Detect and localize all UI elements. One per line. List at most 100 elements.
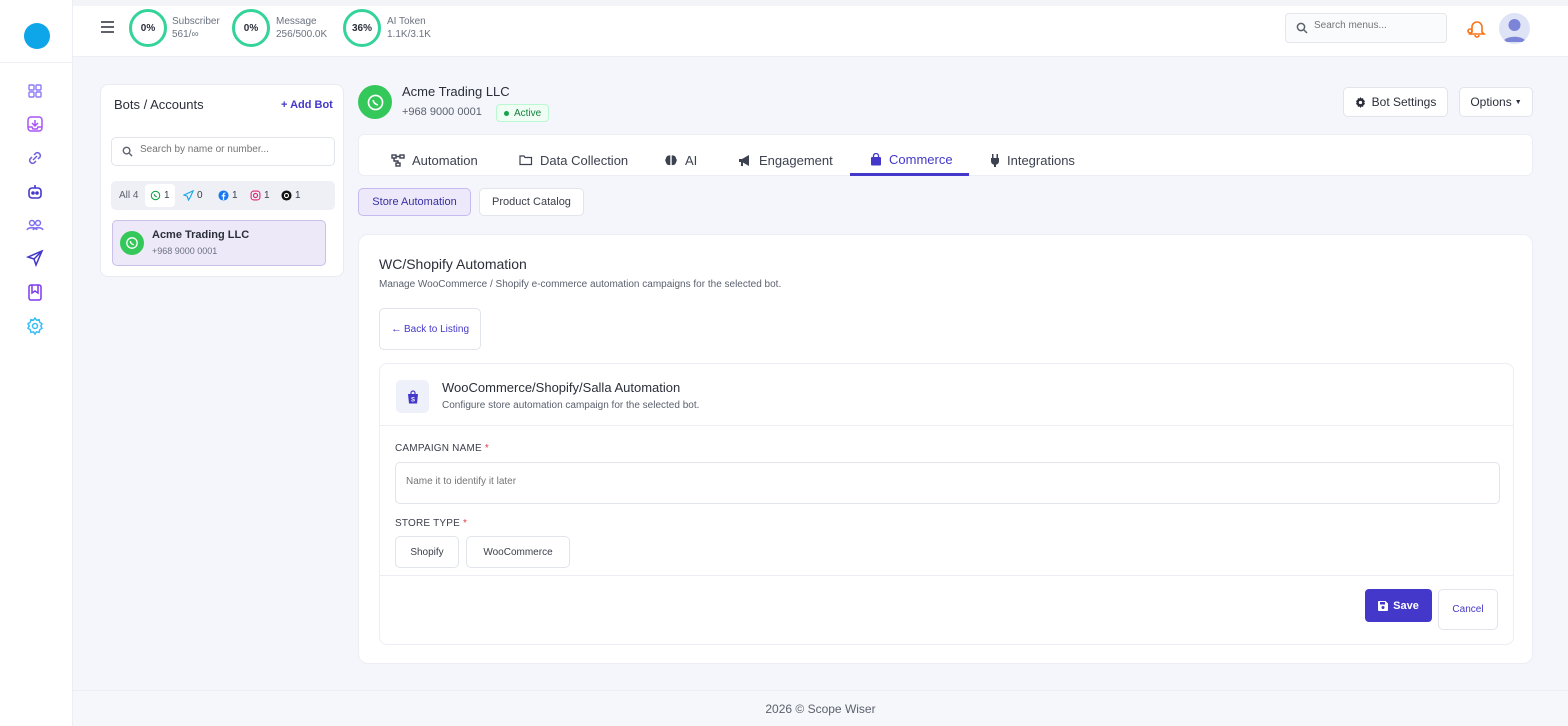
filter-telegram[interactable]: 0 — [179, 184, 207, 207]
tab-integrations[interactable]: Integrations — [990, 145, 1075, 175]
bot-settings-button[interactable]: Bot Settings — [1343, 87, 1448, 117]
arrow-left-icon: ← — [390, 323, 402, 335]
bot-number: +968 9000 0001 — [152, 246, 218, 256]
tab-engagement[interactable]: Engagement — [738, 145, 833, 175]
cancel-button[interactable]: Cancel — [1438, 589, 1498, 630]
filter-all[interactable]: All 4 — [115, 184, 142, 207]
campaign-name-input[interactable] — [406, 476, 1486, 487]
divider — [380, 425, 1513, 426]
message-stat: Message 256/500.0K — [276, 15, 327, 41]
options-label: Options — [1470, 95, 1512, 109]
tab-label: Automation — [412, 152, 478, 168]
rail-divider — [0, 62, 73, 63]
subtab-product-catalog[interactable]: Product Catalog — [479, 188, 584, 216]
ai-token-stat: AI Token 1.1K/3.1K — [387, 15, 431, 41]
stat-value: 1.1K/3.1K — [387, 29, 431, 40]
tab-label: Engagement — [759, 152, 833, 168]
whatsapp-icon — [120, 231, 144, 255]
facebook-icon — [218, 190, 229, 201]
avatar[interactable] — [1499, 13, 1530, 44]
tab-data-collection[interactable]: Data Collection — [519, 145, 628, 175]
app-logo[interactable] — [24, 23, 50, 49]
bot-name: Acme Trading LLC — [152, 229, 250, 241]
dashboard-icon[interactable] — [24, 80, 46, 102]
inbox-icon[interactable] — [24, 113, 46, 135]
back-to-listing-button[interactable]: ← Back to Listing — [379, 308, 481, 350]
stat-label: Subscriber — [172, 16, 220, 27]
filter-facebook[interactable]: 1 — [214, 184, 242, 207]
send-icon[interactable] — [24, 247, 46, 269]
bot-search[interactable] — [111, 137, 335, 166]
sidebar-rail — [0, 0, 73, 726]
ai-token-progress-ring: 36% — [343, 9, 381, 47]
instagram-icon — [250, 190, 261, 201]
back-label: Back to Listing — [403, 323, 470, 335]
status-badge: Active — [496, 104, 550, 122]
subscriber-progress-ring: 0% — [129, 9, 167, 47]
bot-icon[interactable] — [24, 181, 46, 203]
filter-instagram[interactable]: 1 — [246, 184, 274, 207]
menu-search[interactable] — [1285, 13, 1447, 43]
bot-search-input[interactable] — [140, 144, 330, 155]
form-subtitle: Configure store automation campaign for … — [442, 400, 700, 411]
footer: 2026 © Scope Wiser — [73, 690, 1568, 726]
stat-value: 561/∞ — [172, 29, 199, 40]
workflow-icon — [391, 153, 405, 167]
tab-commerce[interactable]: Commerce — [850, 145, 969, 176]
filter-count: 1 — [295, 190, 301, 201]
section-title: WC/Shopify Automation — [379, 256, 527, 272]
bots-panel-title: Bots / Accounts — [114, 97, 204, 112]
bot-settings-label: Bot Settings — [1371, 95, 1437, 109]
brain-icon — [665, 154, 677, 165]
campaign-form-card: S WooCommerce/Shopify/Salla Automation C… — [379, 363, 1514, 645]
footer-text: 2026 © Scope Wiser — [765, 701, 876, 716]
floppy-icon — [1378, 600, 1389, 611]
tab-automation[interactable]: Automation — [391, 145, 478, 175]
users-icon[interactable] — [24, 214, 46, 236]
filter-count: 1 — [164, 190, 170, 201]
form-title: WooCommerce/Shopify/Salla Automation — [442, 380, 681, 395]
bell-icon[interactable] — [1467, 18, 1487, 38]
menu-icon[interactable] — [100, 20, 115, 34]
search-icon — [1296, 22, 1308, 34]
menu-search-input[interactable] — [1314, 20, 1439, 31]
shopping-bag-icon — [871, 152, 881, 165]
top-header: 0% Subscriber 561/∞ 0% Message 256/500.0… — [73, 0, 1568, 57]
svg-text:S: S — [410, 397, 414, 403]
save-label: Save — [1393, 599, 1419, 612]
stat-label: Message — [276, 16, 317, 27]
campaign-name-field[interactable] — [395, 462, 1500, 504]
link-icon[interactable] — [24, 147, 46, 169]
required-mark: * — [484, 443, 489, 454]
folder-icon — [519, 155, 533, 166]
save-button[interactable]: Save — [1365, 589, 1432, 622]
filter-whatsapp[interactable]: 1 — [145, 184, 175, 207]
subtab-store-automation[interactable]: Store Automation — [358, 188, 471, 216]
bot-list-item[interactable]: Acme Trading LLC +968 9000 0001 — [112, 220, 326, 266]
shopify-icon: S — [396, 380, 429, 413]
filter-threads[interactable]: 1 — [277, 184, 305, 207]
options-dropdown[interactable]: Options ▼ — [1459, 87, 1533, 117]
telegram-icon — [183, 190, 194, 201]
store-option-shopify[interactable]: Shopify — [395, 536, 459, 568]
tab-ai[interactable]: AI — [664, 145, 697, 175]
filter-count: 0 — [197, 190, 203, 201]
header-top-strip — [73, 0, 1568, 6]
gear-icon — [1355, 96, 1365, 108]
tab-label: Integrations — [1007, 152, 1075, 168]
stat-value: 256/500.0K — [276, 29, 328, 40]
settings-icon[interactable] — [24, 315, 46, 337]
search-icon — [122, 146, 133, 157]
label-text: CAMPAIGN NAME — [395, 443, 482, 454]
bot-title: Acme Trading LLC — [402, 84, 510, 99]
divider — [380, 575, 1513, 576]
add-bot-button[interactable]: + Add Bot — [281, 99, 333, 111]
store-option-woocommerce[interactable]: WooCommerce — [466, 536, 570, 568]
subscriber-stat: Subscriber 561/∞ — [172, 15, 220, 41]
section-subtitle: Manage WooCommerce / Shopify e-commerce … — [379, 279, 782, 290]
message-progress-ring: 0% — [232, 9, 270, 47]
status-dot — [504, 110, 509, 116]
bookmark-icon[interactable] — [24, 281, 46, 303]
status-text: Active — [514, 107, 542, 119]
megaphone-icon — [739, 154, 749, 166]
